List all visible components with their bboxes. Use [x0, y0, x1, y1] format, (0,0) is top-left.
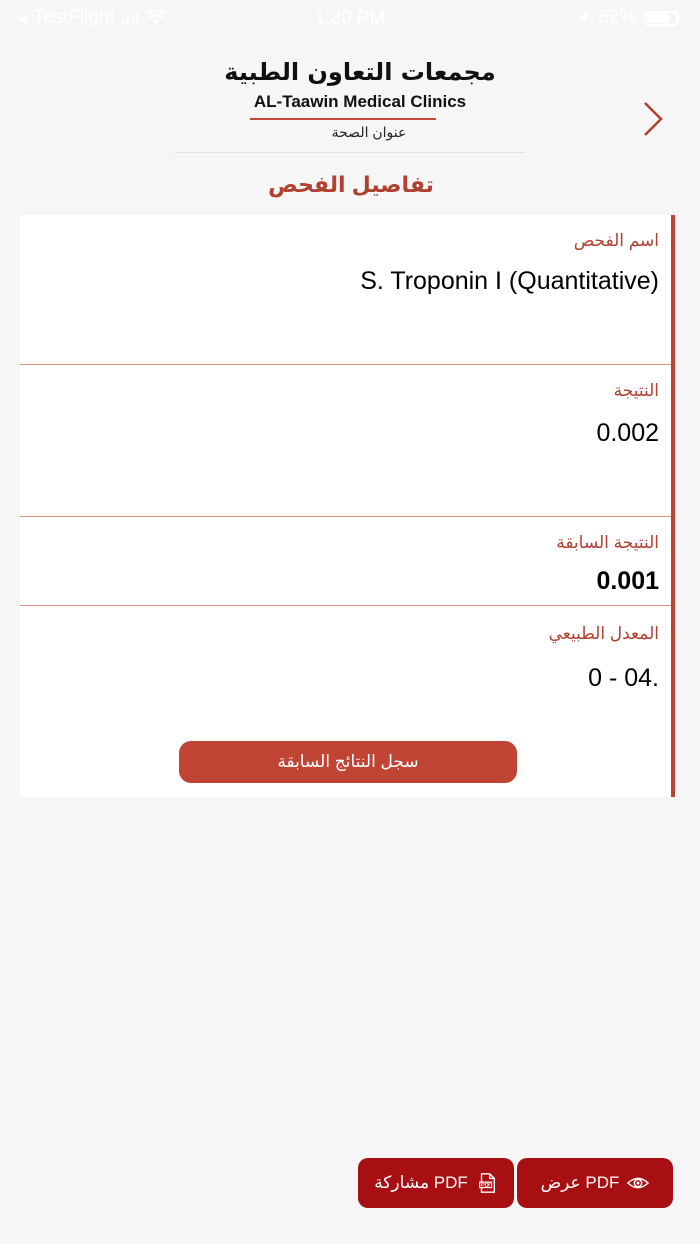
normal-range-row: المعدل الطبيعي 0 - 04.	[20, 606, 671, 716]
eye-icon	[627, 1177, 650, 1189]
chevron-right-icon[interactable]	[640, 100, 666, 138]
back-to-app-icon[interactable]: ◂	[18, 7, 28, 30]
view-pdf-label: عرض PDF	[540, 1173, 620, 1192]
carrier-label: TestFlight	[33, 7, 115, 28]
pdf-file-icon	[478, 1173, 495, 1193]
test-name-label: اسم الفحص	[573, 231, 659, 250]
signal-icon	[120, 12, 139, 24]
result-row: النتيجة 0.002	[20, 365, 671, 517]
logo-arabic: مجمعات التعاون الطبية	[224, 58, 496, 86]
result-value: 0.002	[596, 419, 659, 447]
header-divider	[175, 152, 525, 153]
status-right: 82%	[576, 7, 681, 29]
battery-fill	[647, 13, 670, 23]
page-title: تفاصيل الفحص	[268, 172, 434, 197]
battery-icon	[644, 10, 681, 26]
share-pdf-label: مشاركة PDF	[374, 1173, 468, 1192]
share-pdf-button[interactable]: مشاركة PDF	[358, 1158, 514, 1208]
previous-result-row: النتيجة السابقة 0.001	[20, 517, 671, 606]
normal-range-label: المعدل الطبيعي	[548, 624, 659, 643]
logo-divider	[250, 118, 436, 120]
normal-range-value: 0 - 04.	[588, 664, 659, 692]
status-bar: ◂ TestFlight 1:30 PM 82%	[0, 0, 700, 36]
test-details-card: اسم الفحص S. Troponin I (Quantitative) ا…	[20, 215, 675, 797]
logo-english: AL-Taawin Medical Clinics	[253, 92, 467, 111]
logo-tagline: عنوان الصحة	[331, 124, 407, 140]
previous-result-value: 0.001	[596, 567, 659, 595]
location-arrow-icon	[576, 12, 589, 24]
result-label: النتيجة	[613, 381, 659, 400]
app-header: مجمعات التعاون الطبية AL-Taawin Medical …	[0, 52, 700, 152]
status-left: ◂ TestFlight	[18, 7, 167, 30]
previous-result-label: النتيجة السابقة	[556, 533, 659, 552]
test-name-row: اسم الفحص S. Troponin I (Quantitative)	[20, 215, 671, 365]
previous-results-history-button[interactable]: سجل النتائج السابقة	[179, 741, 517, 783]
test-name-value: S. Troponin I (Quantitative)	[360, 267, 659, 295]
battery-percent: 82%	[597, 7, 636, 28]
wifi-icon	[145, 10, 167, 25]
view-pdf-button[interactable]: عرض PDF	[517, 1158, 673, 1208]
